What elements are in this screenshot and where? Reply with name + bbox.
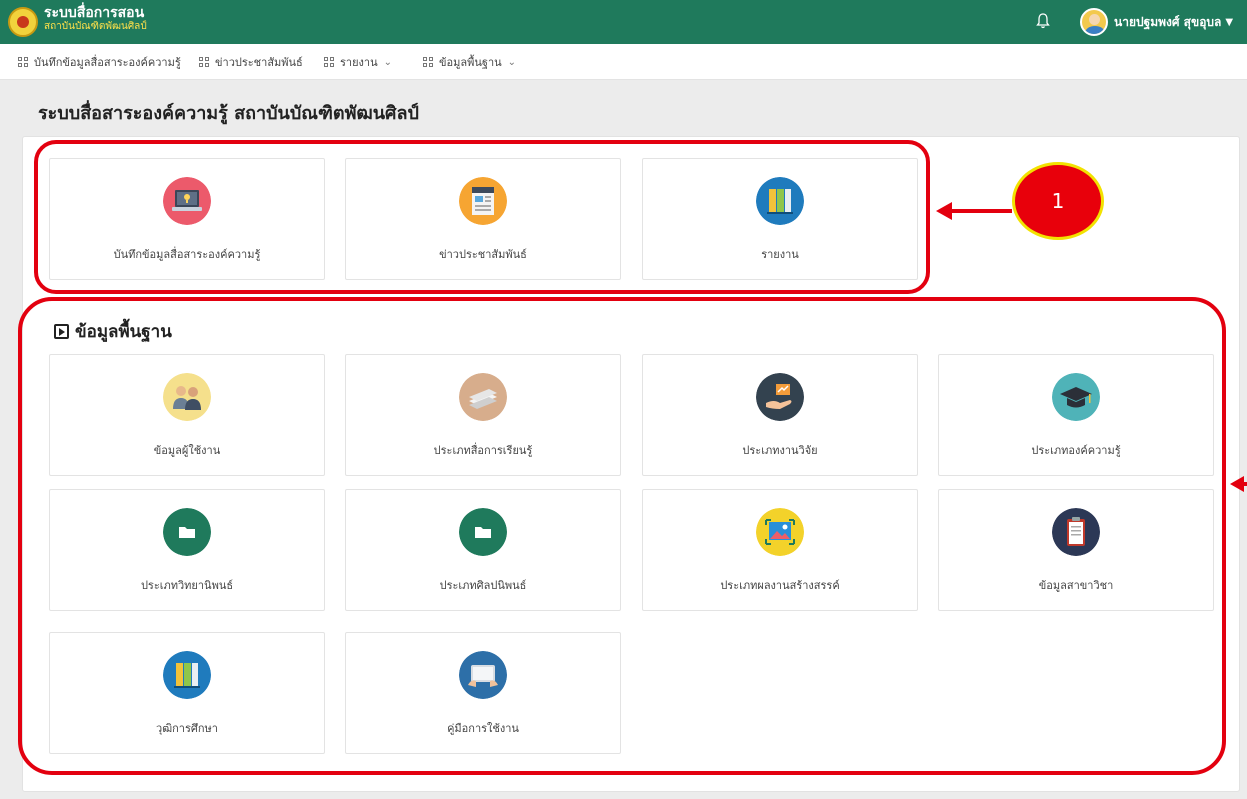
annotation-arrow	[936, 202, 1012, 220]
avatar	[1080, 8, 1108, 36]
annotation-box-main	[34, 140, 930, 294]
institute-logo[interactable]	[8, 7, 38, 37]
annotation-box-base-data	[18, 297, 1226, 775]
menu-item-base-data[interactable]: ข้อมูลพื้นฐาน ⌄	[423, 44, 516, 80]
user-menu[interactable]: นายปฐมพงศ์ สุขอุบล ▼	[1080, 8, 1233, 36]
menu-label: รายงาน	[340, 56, 378, 69]
annotation-arrow-right-edge-shaft	[1242, 482, 1247, 486]
brand-subtitle: สถาบันบัณฑิตพัฒนศิลป์	[44, 21, 147, 32]
chevron-down-icon: ⌄	[507, 56, 517, 68]
annotation-number: 1	[1051, 189, 1065, 213]
bell-icon[interactable]	[1036, 13, 1050, 29]
chevron-down-icon: ▼	[1225, 16, 1234, 28]
grid-icon	[18, 57, 28, 67]
chevron-down-icon: ⌄	[383, 56, 392, 68]
brand[interactable]: ระบบสื่อการสอน สถาบันบัณฑิตพัฒนศิลป์	[44, 6, 147, 32]
annotation-badge: 1	[1012, 162, 1104, 240]
menu-item-record-media[interactable]: บันทึกข้อมูลสื่อสาระองค์ความรู้	[18, 44, 181, 80]
menu-label: บันทึกข้อมูลสื่อสาระองค์ความรู้	[34, 56, 181, 69]
top-bar: ระบบสื่อการสอน สถาบันบัณฑิตพัฒนศิลป์ นาย…	[0, 0, 1247, 44]
user-name: นายปฐมพงศ์ สุขอุบล	[1114, 14, 1222, 29]
menu-label: ข่าวประชาสัมพันธ์	[215, 56, 303, 69]
grid-icon	[324, 57, 334, 67]
grid-icon	[423, 57, 433, 67]
menu-item-report[interactable]: รายงาน ⌄	[324, 44, 392, 80]
grid-icon	[199, 57, 209, 67]
menu-label: ข้อมูลพื้นฐาน	[439, 56, 502, 69]
menu-bar: บันทึกข้อมูลสื่อสาระองค์ความรู้ ข่าวประช…	[0, 44, 1247, 80]
page-title: ระบบสื่อสาระองค์ความรู้ สถาบันบัณฑิตพัฒน…	[38, 103, 419, 124]
brand-title: ระบบสื่อการสอน	[44, 5, 145, 21]
menu-item-news[interactable]: ข่าวประชาสัมพันธ์	[199, 44, 303, 80]
